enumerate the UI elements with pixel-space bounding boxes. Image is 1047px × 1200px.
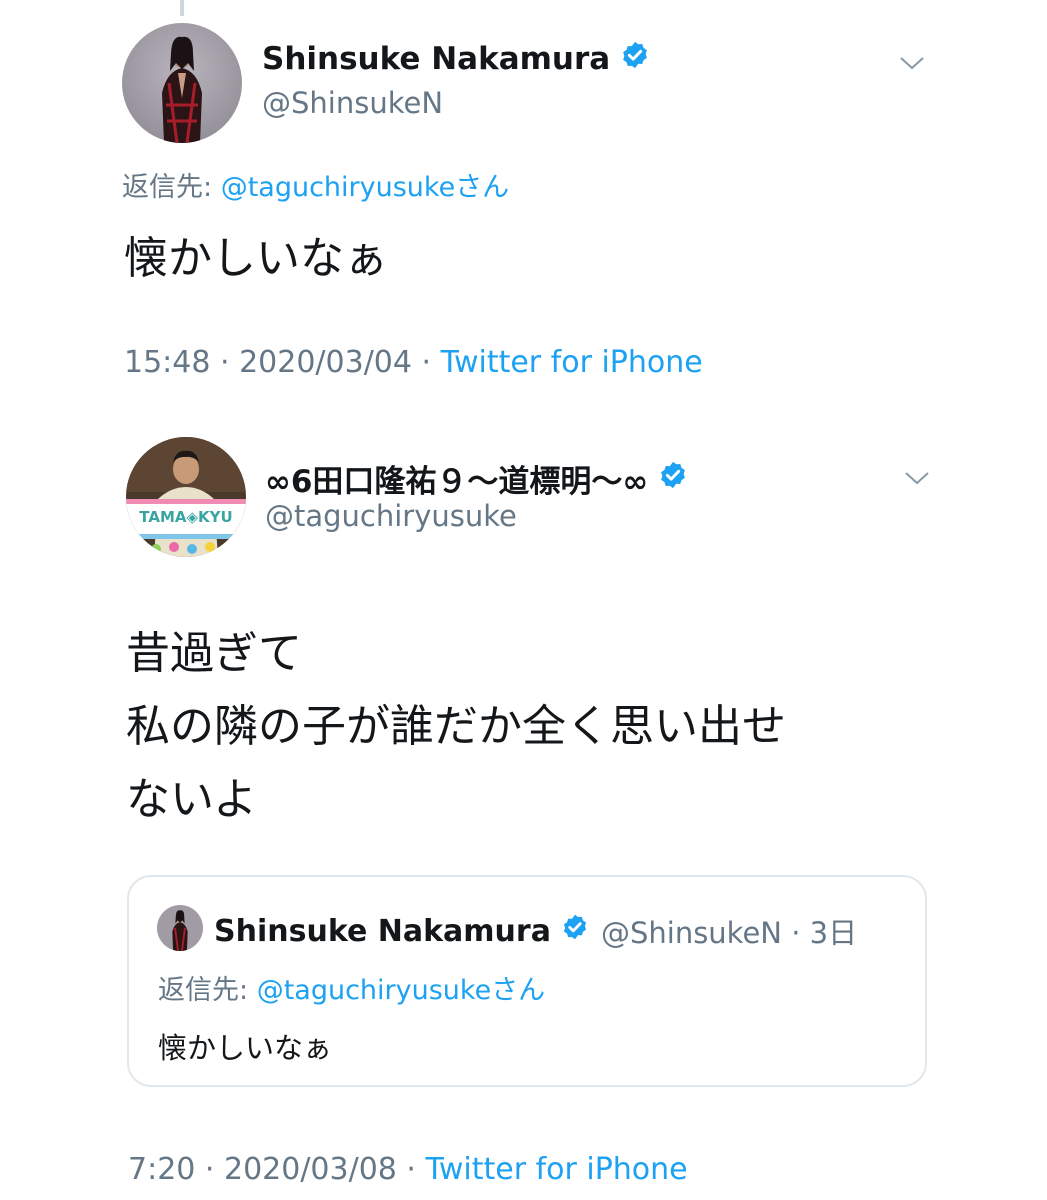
avatar[interactable]: TAMA◈KYU	[126, 437, 246, 557]
avatar-photo: TAMA◈KYU	[126, 437, 246, 557]
verified-badge-icon	[658, 460, 688, 498]
chevron-down-icon[interactable]	[903, 467, 931, 493]
tweet-timestamp: 15:48 · 2020/03/04 · Twitter for iPhone	[124, 345, 703, 380]
verified-badge-icon	[620, 40, 650, 78]
tweet-text-line: 私の隣の子が誰だか全く思い出せ	[126, 701, 786, 752]
reply-mention-link: @taguchiryusukeさん	[256, 975, 546, 1006]
reply-label: 返信先:	[122, 172, 221, 203]
reply-label: 返信先:	[158, 975, 257, 1006]
display-name-text: Shinsuke Nakamura	[262, 41, 611, 77]
replying-to: 返信先: @taguchiryusukeさん	[122, 165, 509, 204]
quote-handle-age: @ShinsukeN · 3日	[600, 916, 858, 950]
chevron-down-icon[interactable]	[898, 52, 926, 78]
tweet-text-line: ないよ	[126, 774, 258, 825]
avatar-photo	[157, 905, 203, 951]
user-handle[interactable]: @ShinsukeN	[262, 86, 443, 120]
display-name[interactable]: Shinsuke Nakamura	[262, 40, 650, 78]
quote-avatar	[157, 905, 203, 951]
display-name-text: ∞6田口隆祐９〜道標明〜∞	[265, 464, 649, 500]
thread-connector-line	[180, 0, 184, 16]
display-name[interactable]: ∞6田口隆祐９〜道標明〜∞	[265, 456, 688, 501]
tweet-source-link[interactable]: Twitter for iPhone	[426, 1152, 688, 1187]
quote-replying-to: 返信先: @taguchiryusukeさん	[158, 968, 545, 1007]
timestamp-text[interactable]: 7:20 · 2020/03/08 ·	[128, 1152, 426, 1187]
user-handle[interactable]: @taguchiryusuke	[265, 499, 517, 533]
avatar-banner-text: TAMA◈KYU	[139, 508, 232, 526]
timestamp-text[interactable]: 15:48 · 2020/03/04 ·	[124, 345, 441, 380]
tweet-timestamp: 7:20 · 2020/03/08 · Twitter for iPhone	[128, 1152, 688, 1187]
tweet-text-line: 昔過ぎて	[126, 628, 302, 679]
avatar-photo	[122, 23, 242, 143]
reply-mention-link[interactable]: @taguchiryusukeさん	[221, 172, 510, 203]
quote-tweet-text: 懐かしいなぁ	[158, 1031, 333, 1065]
quote-display-name-text: Shinsuke Nakamura	[214, 913, 551, 949]
verified-badge-icon	[561, 913, 589, 949]
tweet-text: 懐かしいなぁ	[124, 233, 388, 284]
avatar[interactable]	[122, 23, 242, 143]
quote-display-name: Shinsuke Nakamura @ShinsukeN · 3日	[214, 910, 857, 952]
tweet-source-link[interactable]: Twitter for iPhone	[441, 345, 703, 380]
